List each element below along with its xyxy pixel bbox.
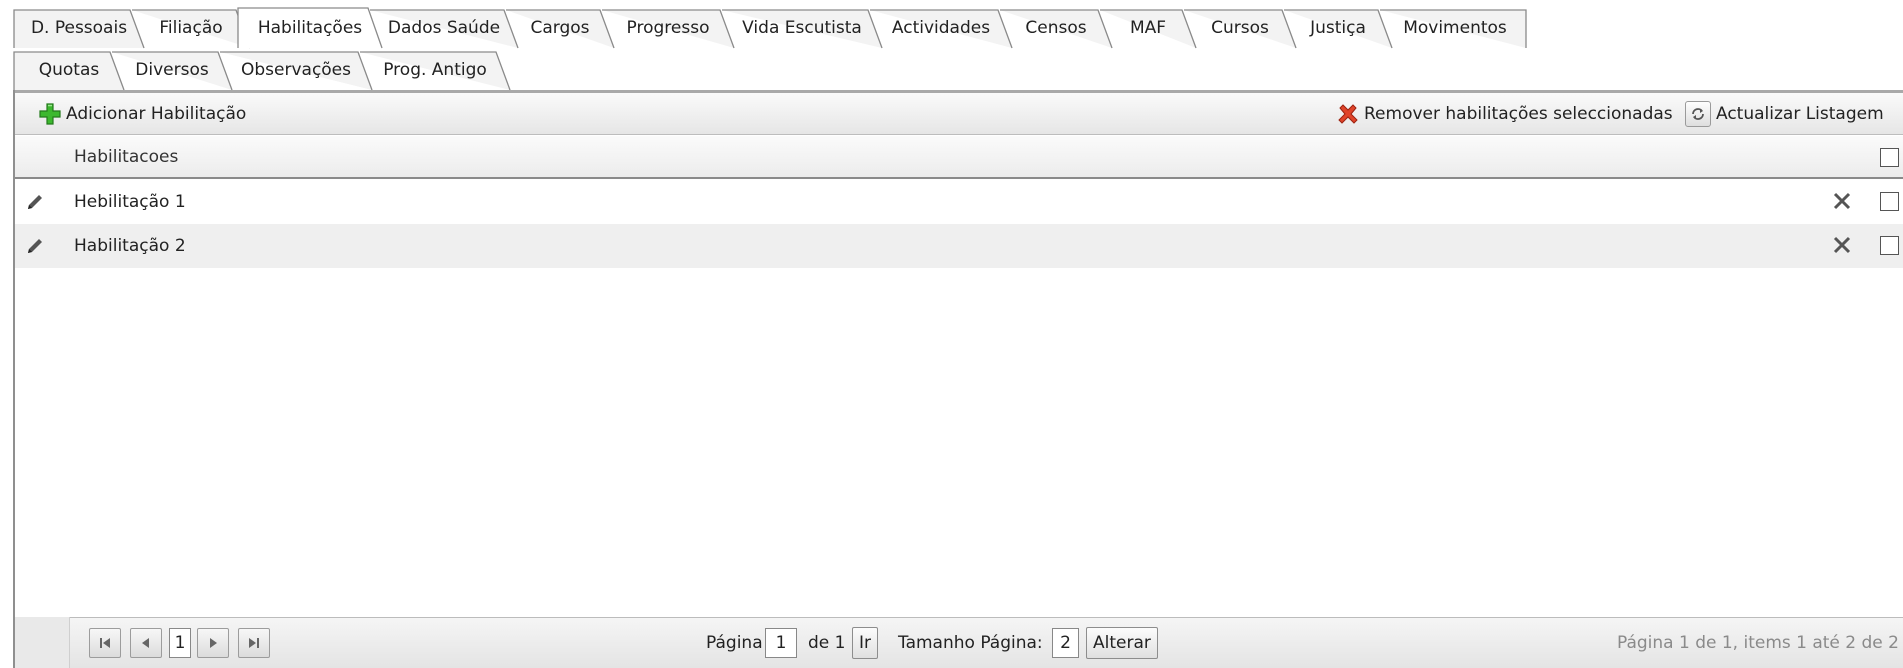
tab-label: MAF bbox=[1129, 18, 1167, 38]
tab-label: Vida Escutista bbox=[742, 18, 862, 38]
tab-diversos[interactable]: Diversos bbox=[112, 50, 233, 91]
delete-row-icon[interactable] bbox=[1832, 235, 1852, 260]
next-page-icon bbox=[210, 638, 217, 648]
tab-label: Censos bbox=[1025, 18, 1087, 38]
tab-progresso[interactable]: Progresso bbox=[602, 8, 735, 49]
grid-toolbar: Adicionar Habilitação Remover habilitaçõ… bbox=[15, 93, 1903, 135]
tab-prog-antigo[interactable]: Prog. Antigo bbox=[360, 50, 511, 91]
tab-label: Dados Saúde bbox=[387, 18, 501, 38]
tab-vida-escutista[interactable]: Vida Escutista bbox=[722, 8, 883, 49]
go-to-page-button[interactable]: Ir bbox=[852, 627, 878, 659]
tab-label: Justiça bbox=[1310, 18, 1366, 38]
select-all-checkbox[interactable] bbox=[1880, 148, 1899, 167]
refresh-icon bbox=[1685, 101, 1711, 127]
pager-status: Página 1 de 1, items 1 até 2 de 2 bbox=[1616, 633, 1899, 653]
tab-observacoes[interactable]: Observações bbox=[220, 50, 373, 91]
remove-selected-label: Remover habilitações seleccionadas bbox=[1364, 104, 1673, 124]
tab-actividades[interactable]: Actividades bbox=[870, 8, 1013, 49]
previous-page-icon bbox=[142, 638, 149, 648]
change-page-size-button[interactable]: Alterar bbox=[1086, 627, 1158, 659]
page-label: Página bbox=[706, 633, 763, 653]
table-row[interactable]: Habilitação 2 bbox=[15, 224, 1903, 268]
tab-maf[interactable]: MAF bbox=[1100, 8, 1197, 49]
add-habilitacao-label: Adicionar Habilitação bbox=[66, 104, 247, 124]
tab-justica[interactable]: Justiça bbox=[1284, 8, 1393, 49]
tab-label: Diversos bbox=[135, 60, 209, 80]
tab-quotas[interactable]: Quotas bbox=[13, 50, 125, 91]
tab-label: Prog. Antigo bbox=[383, 60, 487, 80]
page-size-input[interactable]: 2 bbox=[1052, 628, 1079, 658]
page-number-input[interactable]: 1 bbox=[765, 628, 797, 658]
tab-cursos[interactable]: Cursos bbox=[1184, 8, 1297, 49]
pencil-icon[interactable] bbox=[25, 192, 45, 217]
delete-row-icon[interactable] bbox=[1832, 191, 1852, 216]
tab-cargos[interactable]: Cargos bbox=[506, 8, 615, 49]
column-header-habilitacoes[interactable]: Habilitacoes bbox=[74, 147, 178, 167]
nav-page-number[interactable]: 1 bbox=[169, 628, 191, 658]
tab-label: Habilitações bbox=[257, 18, 363, 38]
red-x-icon bbox=[1337, 103, 1359, 125]
pager-gutter bbox=[15, 617, 70, 668]
table-row[interactable]: Hebilitação 1 bbox=[15, 180, 1903, 224]
pencil-icon[interactable] bbox=[25, 236, 45, 261]
tab-habilitacoes[interactable]: Habilitações bbox=[237, 7, 383, 49]
tab-label: Cursos bbox=[1211, 18, 1269, 38]
tab-label: Filiação bbox=[159, 18, 223, 38]
page-size-label: Tamanho Página: bbox=[898, 633, 1043, 653]
next-page-button[interactable] bbox=[197, 628, 229, 658]
plus-icon bbox=[39, 103, 61, 125]
tab-label: Cargos bbox=[530, 18, 590, 38]
last-page-icon bbox=[249, 638, 259, 648]
habilitacao-name: Habilitação 2 bbox=[74, 236, 186, 256]
refresh-list-label: Actualizar Listagem bbox=[1716, 104, 1884, 124]
tab-label: Observações bbox=[240, 60, 352, 80]
row-checkbox[interactable] bbox=[1880, 236, 1899, 255]
last-page-button[interactable] bbox=[238, 628, 270, 658]
pager-bar: 1 Página 1 de 1 Ir Tamanho Página: 2 Alt… bbox=[15, 617, 1903, 668]
habilitacao-name: Hebilitação 1 bbox=[74, 192, 186, 212]
tab-label: Quotas bbox=[38, 60, 100, 80]
refresh-list-button[interactable]: Actualizar Listagem bbox=[1685, 93, 1884, 135]
tab-d-pessoais[interactable]: D. Pessoais bbox=[13, 8, 145, 49]
tab-label: D. Pessoais bbox=[30, 18, 128, 38]
tab-censos[interactable]: Censos bbox=[1000, 8, 1113, 49]
previous-page-button[interactable] bbox=[130, 628, 162, 658]
first-page-button[interactable] bbox=[89, 628, 121, 658]
add-habilitacao-button[interactable]: Adicionar Habilitação bbox=[39, 93, 246, 135]
first-page-icon bbox=[100, 638, 110, 648]
page-of-label: de 1 bbox=[808, 633, 846, 653]
tab-dados-saude[interactable]: Dados Saúde bbox=[370, 8, 519, 49]
tab-filiacao[interactable]: Filiação bbox=[132, 8, 251, 49]
tab-movimentos[interactable]: Movimentos bbox=[1380, 8, 1530, 48]
tab-label: Movimentos bbox=[1403, 18, 1507, 38]
row-checkbox[interactable] bbox=[1880, 192, 1899, 211]
grid-header: Habilitacoes bbox=[15, 136, 1903, 179]
tab-label: Progresso bbox=[626, 18, 710, 38]
tab-label: Actividades bbox=[891, 18, 991, 38]
remove-selected-button[interactable]: Remover habilitações seleccionadas bbox=[1337, 93, 1673, 135]
